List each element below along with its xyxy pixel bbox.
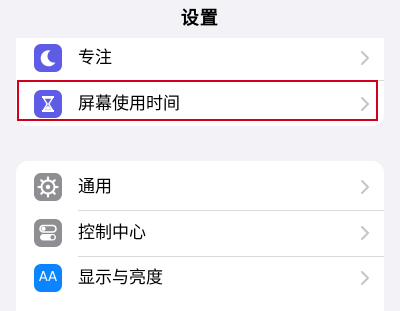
settings-row-label: 专注 bbox=[78, 48, 112, 68]
settings-row-label: 屏幕使用时间 bbox=[78, 94, 180, 114]
settings-row-control-center[interactable]: 控制中心 bbox=[16, 211, 384, 255]
settings-group-general: 通用 控制中心 AA 显示与亮度 bbox=[16, 161, 384, 311]
chevron-right-icon bbox=[361, 271, 369, 285]
gear-icon bbox=[34, 173, 62, 201]
hourglass-icon bbox=[34, 90, 62, 118]
text-size-icon: AA bbox=[34, 264, 62, 292]
settings-row-focus[interactable]: 专注 bbox=[16, 38, 384, 80]
settings-row-screen-time[interactable]: 屏幕使用时间 bbox=[16, 82, 384, 126]
chevron-right-icon bbox=[361, 226, 369, 240]
settings-group-focus: 专注 屏幕使用时间 bbox=[16, 38, 384, 126]
moon-icon bbox=[34, 44, 62, 72]
settings-row-label: 显示与亮度 bbox=[78, 268, 163, 288]
settings-row-display-brightness[interactable]: AA 显示与亮度 bbox=[16, 257, 384, 301]
row-separator bbox=[78, 80, 384, 81]
toggle-switches-icon bbox=[34, 219, 62, 247]
chevron-right-icon bbox=[361, 180, 369, 194]
settings-row-general[interactable]: 通用 bbox=[16, 165, 384, 209]
chevron-right-icon bbox=[361, 97, 369, 111]
page-title: 设置 bbox=[181, 8, 219, 29]
settings-row-label: 通用 bbox=[78, 177, 112, 197]
settings-row-label: 控制中心 bbox=[78, 223, 146, 243]
chevron-right-icon bbox=[361, 51, 369, 65]
text-size-icon-glyph: AA bbox=[38, 270, 58, 285]
